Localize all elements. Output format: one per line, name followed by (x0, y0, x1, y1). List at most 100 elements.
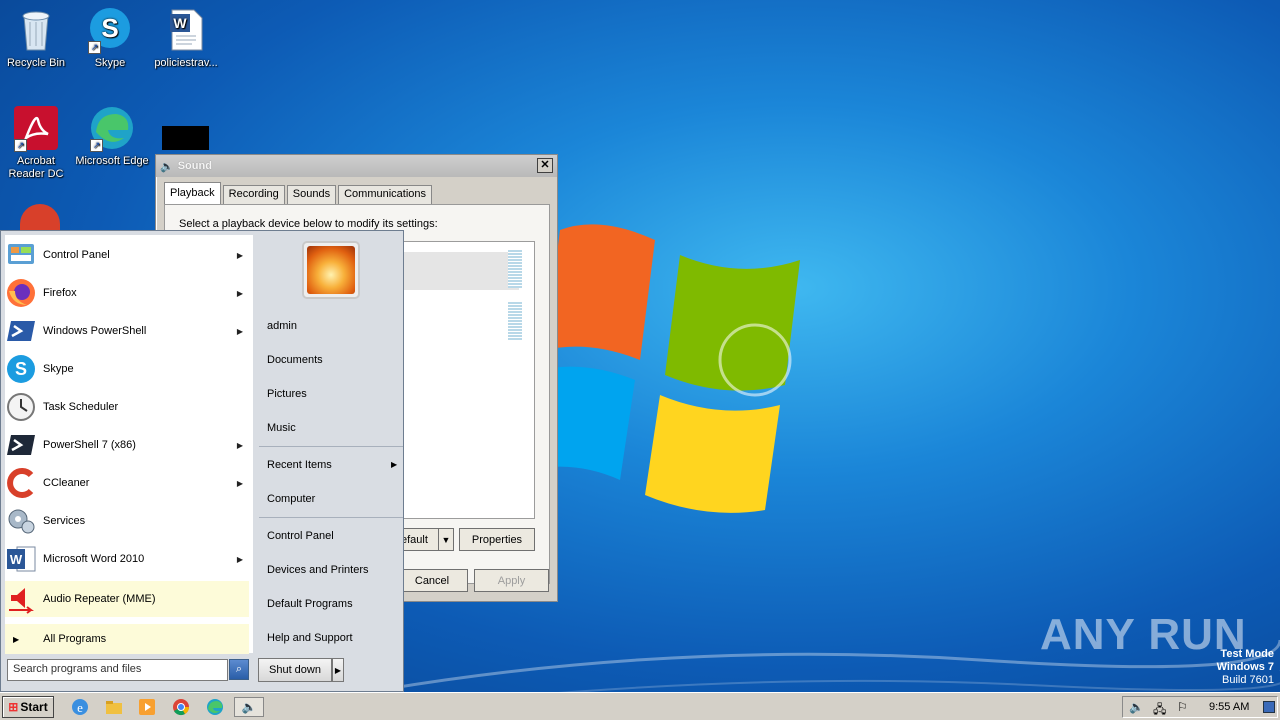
desktop-icon-word-document[interactable]: W policiestrav... (148, 6, 224, 70)
shutdown-options-arrow[interactable]: ▶ (332, 658, 344, 682)
chrome-icon[interactable] (171, 697, 191, 717)
program-label: Task Scheduler (43, 401, 119, 413)
flower-picture-icon (307, 246, 355, 294)
acrobat-icon: ↗ (12, 104, 60, 152)
desktop-icon-skype[interactable]: S ↗ Skype (72, 6, 148, 70)
sound-icon[interactable]: 🔈 (234, 697, 264, 717)
media-player-icon[interactable] (137, 697, 157, 717)
volume-icon[interactable]: 🔈 (1129, 700, 1144, 714)
control-panel-icon (5, 239, 37, 271)
properties-button[interactable]: Properties (459, 528, 535, 551)
menu-item-devices-printers[interactable]: Devices and Printers (267, 564, 369, 576)
level-meter (508, 250, 522, 288)
program-control-panel[interactable]: Control Panel ▶ (5, 237, 249, 273)
windows-logo-wallpaper (540, 224, 800, 513)
close-button[interactable]: ✕ (537, 158, 553, 173)
start-menu-right-pane: admin Documents Pictures Music Recent It… (255, 231, 405, 691)
build-label: Build 7601 (1222, 674, 1274, 686)
program-skype[interactable]: S Skype (5, 351, 249, 387)
menu-item-help-support[interactable]: Help and Support (267, 632, 353, 644)
submenu-arrow-icon: ▶ (236, 288, 243, 298)
tab-communications[interactable]: Communications (338, 185, 433, 204)
ccleaner-icon (5, 467, 37, 499)
submenu-arrow-icon: ▶ (236, 478, 243, 488)
menu-item-recent-items[interactable]: Recent Items (267, 459, 332, 471)
desktop-icon-recycle-bin[interactable]: Recycle Bin (0, 6, 74, 70)
program-powershell-7[interactable]: PowerShell 7 (x86) ▶ (5, 427, 249, 463)
start-label: Start (20, 700, 48, 714)
program-label: Audio Repeater (MME) (43, 593, 156, 605)
system-tray: 🔈 🖧 ⚐ 9:55 AM (1122, 696, 1278, 718)
powershell7-icon (5, 429, 37, 461)
audio-repeater-icon (5, 583, 37, 615)
show-desktop-icon[interactable] (1263, 701, 1275, 713)
menu-item-documents[interactable]: Documents (267, 354, 323, 366)
explorer-icon[interactable] (104, 697, 124, 717)
menu-item-pictures[interactable]: Pictures (267, 388, 307, 400)
ie-icon[interactable]: e (70, 697, 90, 717)
svg-text:W: W (173, 15, 187, 31)
cancel-button[interactable]: Cancel (396, 569, 468, 592)
tab-sounds[interactable]: Sounds (286, 185, 337, 204)
svg-text:S: S (101, 13, 118, 43)
redacted-desktop-icon (162, 126, 209, 150)
word-icon: W (5, 543, 37, 575)
all-programs-label: All Programs (43, 633, 107, 645)
set-default-dropdown-arrow[interactable]: ▼ (438, 528, 454, 551)
separator (259, 517, 403, 518)
powershell-icon (5, 315, 37, 347)
edge-icon[interactable] (205, 697, 225, 717)
program-microsoft-word[interactable]: W Microsoft Word 2010 ▶ (5, 541, 249, 577)
menu-item-computer[interactable]: Computer (267, 493, 315, 505)
taskbar: ⊞ Start e 🔈 🔈 🖧 ⚐ 9:55 AM (0, 692, 1280, 720)
svg-text:e: e (77, 700, 83, 715)
program-label: Windows PowerShell (43, 325, 147, 337)
tab-bar: Playback Recording Sounds Communications (164, 182, 434, 204)
start-button[interactable]: ⊞ Start (2, 696, 54, 718)
program-label: Microsoft Word 2010 (43, 553, 145, 565)
program-services[interactable]: Services (5, 503, 249, 539)
shortcut-arrow-icon: ↗ (88, 41, 101, 54)
recycle-bin-icon (12, 6, 60, 54)
edge-icon: ↗ (88, 104, 136, 152)
tab-playback[interactable]: Playback (164, 182, 221, 204)
shortcut-arrow-icon: ↗ (14, 139, 27, 152)
clock[interactable]: 9:55 AM (1209, 701, 1249, 713)
instruction-text: Select a playback device below to modify… (179, 218, 438, 230)
user-avatar[interactable] (302, 241, 360, 299)
program-windows-powershell[interactable]: Windows PowerShell ▶ (5, 313, 249, 349)
menu-item-music[interactable]: Music (267, 422, 296, 434)
shutdown-button[interactable]: Shut down (258, 658, 332, 682)
skype-icon: S (5, 353, 37, 385)
all-programs-button[interactable]: ▶ All Programs (5, 624, 249, 654)
desktop-icon-acrobat[interactable]: ↗ Acrobat Reader DC (0, 104, 74, 181)
search-input[interactable]: Search programs and files (7, 659, 228, 681)
level-meter (508, 302, 522, 340)
network-icon[interactable]: 🖧 (1153, 700, 1166, 720)
desktop-icon-label: Acrobat Reader DC (8, 155, 64, 180)
apply-button[interactable]: Apply (474, 569, 549, 592)
menu-item-control-panel[interactable]: Control Panel (267, 530, 334, 542)
program-label: CCleaner (43, 477, 90, 489)
program-audio-repeater[interactable]: Audio Repeater (MME) (5, 581, 249, 617)
action-center-flag-icon[interactable]: ⚐ (1177, 700, 1188, 714)
program-task-scheduler[interactable]: Task Scheduler (5, 389, 249, 425)
program-firefox[interactable]: Firefox ▶ (5, 275, 249, 311)
sound-titlebar[interactable]: 🔈 Sound (156, 155, 557, 177)
menu-item-default-programs[interactable]: Default Programs (267, 598, 353, 610)
shortcut-arrow-icon: ↗ (90, 139, 103, 152)
submenu-arrow-icon: ▶ (391, 460, 398, 469)
program-label: PowerShell 7 (x86) (43, 439, 136, 451)
separator (259, 446, 403, 447)
program-label: Firefox (43, 287, 77, 299)
tab-recording[interactable]: Recording (222, 185, 285, 204)
speaker-icon: 🔈 (160, 160, 174, 173)
desktop-icon-label: policiestrav... (154, 57, 218, 69)
windows-flag-icon: ⊞ (8, 700, 19, 714)
desktop-icon-edge[interactable]: ↗ Microsoft Edge (74, 104, 150, 168)
os-label: Windows 7 (1216, 661, 1274, 673)
search-icon[interactable]: ⌕ (229, 659, 249, 680)
program-ccleaner[interactable]: CCleaner ▶ (5, 465, 249, 501)
menu-item-user[interactable]: admin (267, 320, 297, 332)
submenu-arrow-icon: ▶ (236, 440, 243, 450)
